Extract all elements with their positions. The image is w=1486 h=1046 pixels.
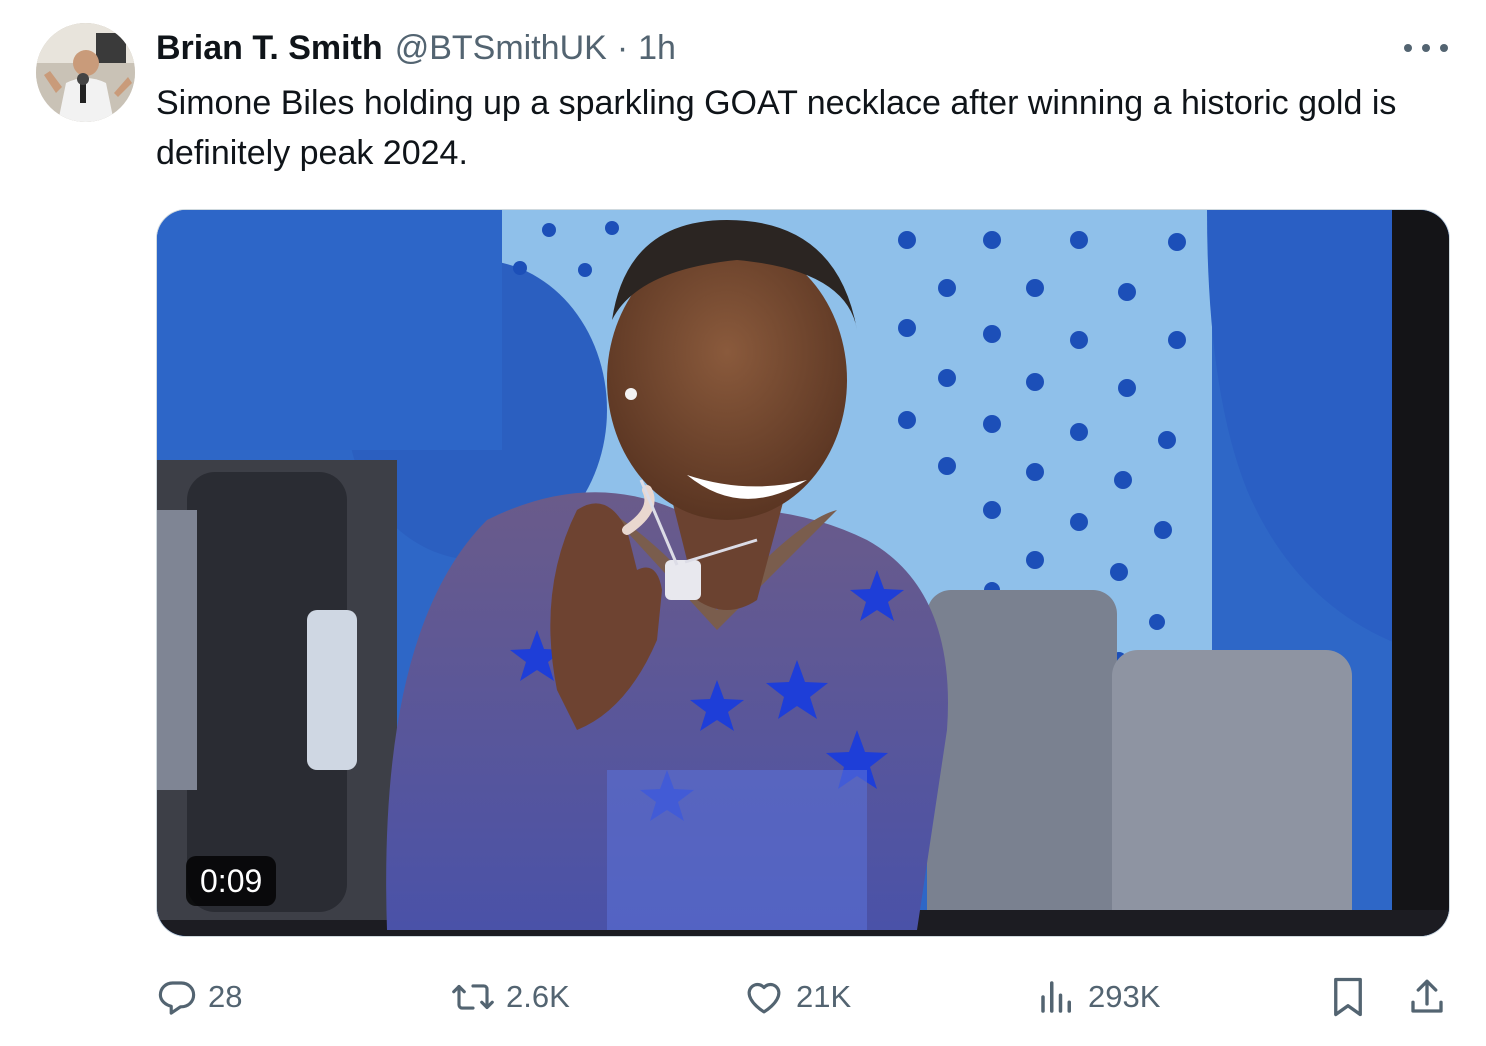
more-icon[interactable] [1404,34,1448,62]
repost-count: 2.6K [506,979,570,1014]
tweet-header: Brian T. Smith @BTSmithUK · 1h [156,26,676,70]
reply-count: 28 [208,979,243,1014]
video-player[interactable] [156,209,1450,937]
author-name[interactable]: Brian T. Smith [156,29,383,68]
like-count: 21K [796,979,852,1014]
heart-icon [742,976,786,1018]
bookmark-button[interactable] [1330,970,1366,1024]
repost-icon [450,976,496,1018]
reply-button[interactable]: 28 [156,970,242,1024]
avatar[interactable] [36,23,135,122]
author-handle[interactable]: @BTSmithUK [395,29,607,68]
tweet-text: Simone Biles holding up a sparkling GOAT… [156,84,1397,172]
separator-dot: · [616,28,629,67]
share-icon [1406,976,1448,1018]
action-bar: 28 2.6K 21K 293K [0,970,1486,1024]
views-icon [1036,976,1078,1018]
tweet-time[interactable]: 1h [638,29,676,68]
share-button[interactable] [1406,970,1448,1024]
views-count: 293K [1088,979,1161,1014]
bookmark-icon [1330,976,1366,1018]
repost-button[interactable]: 2.6K [450,970,570,1024]
avatar-image [36,23,135,122]
video-duration-badge: 0:09 [186,856,277,906]
like-button[interactable]: 21K [742,970,851,1024]
views-button[interactable]: 293K [1036,970,1160,1024]
reply-icon [156,976,198,1018]
video-frame [157,210,1449,936]
